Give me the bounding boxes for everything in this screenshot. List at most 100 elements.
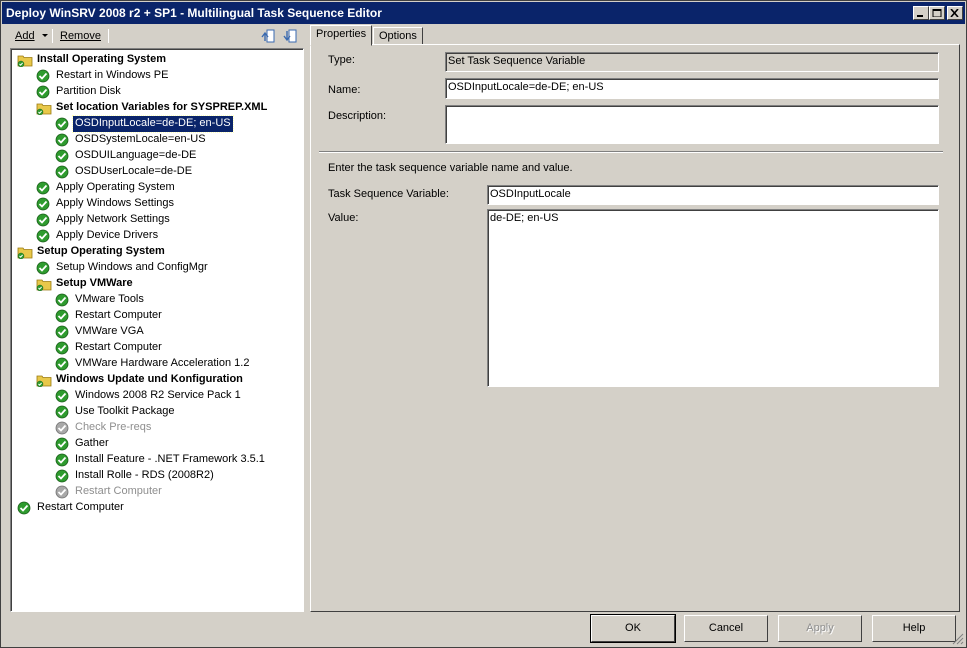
name-label: Name:	[328, 84, 361, 96]
check-icon	[36, 69, 50, 83]
check-icon	[55, 133, 69, 147]
tree-node-label: Install Operating System	[37, 53, 166, 65]
tree-node-label: OSDSystemLocale=en-US	[75, 133, 206, 145]
resize-grip-icon[interactable]	[952, 633, 964, 645]
cancel-label: Cancel	[708, 622, 744, 634]
apply-button[interactable]: Apply	[778, 615, 862, 642]
description-label: Description:	[328, 110, 387, 122]
check-icon	[55, 165, 69, 179]
tree-toolbar: Add Remove	[10, 26, 304, 46]
close-icon	[950, 9, 959, 17]
check-icon	[55, 357, 69, 371]
folder-icon	[36, 101, 52, 116]
task-sequence-tree[interactable]: Install Operating System Restart in Windo…	[10, 48, 304, 612]
tree-node-label: Apply Operating System	[56, 181, 175, 193]
type-field: Set Task Sequence Variable	[445, 52, 939, 72]
variable-label: Task Sequence Variable:	[328, 188, 449, 200]
type-label: Type:	[328, 54, 355, 66]
folder-icon	[36, 277, 52, 292]
maximize-button[interactable]	[929, 6, 945, 20]
check-icon	[17, 501, 31, 515]
help-label: Help	[902, 622, 926, 634]
tree-node-label: VMWare Hardware Acceleration 1.2	[75, 357, 250, 369]
toolbar-separator	[52, 29, 53, 43]
check-icon	[55, 389, 69, 403]
check-icon	[36, 261, 50, 275]
tree-node-label: Setup Operating System	[37, 245, 165, 257]
disabled-step-icon	[55, 421, 69, 435]
check-icon	[36, 229, 50, 243]
apply-label: Apply	[806, 622, 834, 634]
title-bar[interactable]: Deploy WinSRV 2008 r2 + SP1 - Multilingu…	[2, 2, 965, 24]
check-icon	[55, 405, 69, 419]
check-icon	[55, 149, 69, 163]
tree-node-label: Install Rolle - RDS (2008R2)	[75, 469, 214, 481]
name-input[interactable]: OSDInputLocale=de-DE; en-US	[445, 78, 939, 99]
variable-input[interactable]: OSDInputLocale	[487, 185, 939, 205]
instruction-text: Enter the task sequence variable name an…	[328, 162, 573, 174]
tree-node-label: OSDUILanguage=de-DE	[75, 149, 197, 161]
tree-node-label: Apply Device Drivers	[56, 229, 159, 241]
add-label: Add	[15, 30, 35, 42]
folder-icon	[17, 245, 33, 260]
tree-node-label: Set location Variables for SYSPREP.XML	[56, 101, 268, 113]
tree-node-label: Apply Windows Settings	[56, 197, 174, 209]
tree-node-label: Restart Computer	[75, 341, 162, 353]
divider	[319, 151, 943, 153]
check-icon	[55, 309, 69, 323]
check-icon	[55, 437, 69, 451]
value-textarea[interactable]: de-DE; en-US	[487, 209, 939, 387]
tree-node-label: Restart Computer	[75, 485, 162, 497]
check-icon	[36, 85, 50, 99]
tree-node-label: Check Pre-reqs	[75, 421, 152, 433]
properties-panel: Type: Set Task Sequence Variable Name: O…	[310, 44, 960, 612]
tree-node-label: VMware Tools	[75, 293, 144, 305]
tree-node-label: OSDInputLocale=de-DE; en-US	[72, 115, 234, 133]
tree-node-label: Gather	[75, 437, 109, 449]
tree-node-label: Windows 2008 R2 Service Pack 1	[75, 389, 241, 401]
close-button[interactable]	[947, 6, 963, 20]
task-sequence-pane: Add Remove Install Operating System Resta…	[10, 26, 304, 612]
chevron-down-icon	[41, 34, 48, 37]
check-icon	[36, 181, 50, 195]
ok-label: OK	[625, 622, 641, 634]
move-down-icon[interactable]	[282, 28, 298, 44]
tab-properties[interactable]: Properties	[310, 25, 373, 46]
tree-node-label: VMWare VGA	[75, 325, 144, 337]
description-input[interactable]	[445, 105, 939, 144]
tree-node-label: Restart Computer	[75, 309, 162, 321]
check-icon	[55, 469, 69, 483]
move-up-icon[interactable]	[260, 28, 276, 44]
check-icon	[36, 213, 50, 227]
check-icon	[55, 341, 69, 355]
tree-node-label: Setup Windows and ConfigMgr	[56, 261, 208, 273]
remove-label: Remove	[60, 30, 101, 42]
minimize-button[interactable]	[913, 6, 929, 20]
tree-node-label: Restart Computer	[37, 501, 124, 513]
toolbar-separator	[108, 29, 109, 43]
tree-node-label: OSDUserLocale=de-DE	[75, 165, 193, 177]
tree-node-label: Partition Disk	[56, 85, 121, 97]
value-label: Value:	[328, 212, 359, 224]
tree-node-label: Restart in Windows PE	[56, 69, 169, 81]
cancel-button[interactable]: Cancel	[684, 615, 768, 642]
disabled-step-icon	[55, 485, 69, 499]
tree-node-label: Windows Update und Konfiguration	[56, 373, 243, 385]
minimize-icon	[917, 15, 923, 17]
tree-node-label: Use Toolkit Package	[75, 405, 175, 417]
task-sequence-editor-window: Deploy WinSRV 2008 r2 + SP1 - Multilingu…	[0, 0, 967, 648]
add-button[interactable]: Add	[15, 28, 49, 44]
tree-node-label: Apply Network Settings	[56, 213, 170, 225]
help-button[interactable]: Help	[872, 615, 956, 642]
tab-options[interactable]: Options	[373, 27, 423, 45]
folder-icon	[17, 53, 33, 68]
tree-node-label: Install Feature - .NET Framework 3.5.1	[75, 453, 265, 465]
check-icon	[55, 325, 69, 339]
check-icon	[55, 453, 69, 467]
folder-icon	[36, 373, 52, 388]
check-icon	[36, 197, 50, 211]
maximize-icon	[932, 9, 942, 17]
remove-button[interactable]: Remove	[60, 28, 101, 44]
ok-button[interactable]: OK	[590, 614, 676, 643]
check-icon	[55, 117, 69, 131]
